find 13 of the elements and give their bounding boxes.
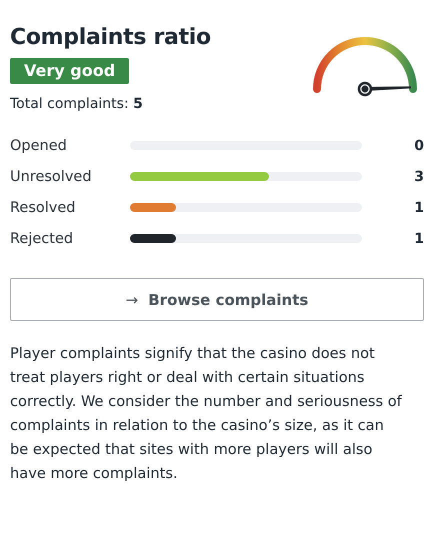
category-label: Resolved <box>10 200 77 216</box>
rating-badge: Very good <box>10 58 130 84</box>
category-count: 0 <box>413 138 424 154</box>
description-text: Player complaints signify that the casino does not treat players right or deal with certain situations correctly. We consider the number and seriousness of complaints in relation to the casino’s size, as it can be expected that sites with more players will also have more complaints. <box>10 344 402 484</box>
category-label: Rejected <box>10 230 74 246</box>
browse-complaints-button[interactable]: → Browse complaints <box>10 278 424 321</box>
category-count: 3 <box>413 168 424 184</box>
category-label: Unresolved <box>10 168 93 184</box>
category-count: 1 <box>413 230 424 246</box>
category-label: Opened <box>10 138 68 154</box>
category-count: 1 <box>413 200 424 216</box>
total-complaints: Total complaints: 5 <box>10 96 144 112</box>
card-title: Complaints ratio <box>10 24 211 52</box>
